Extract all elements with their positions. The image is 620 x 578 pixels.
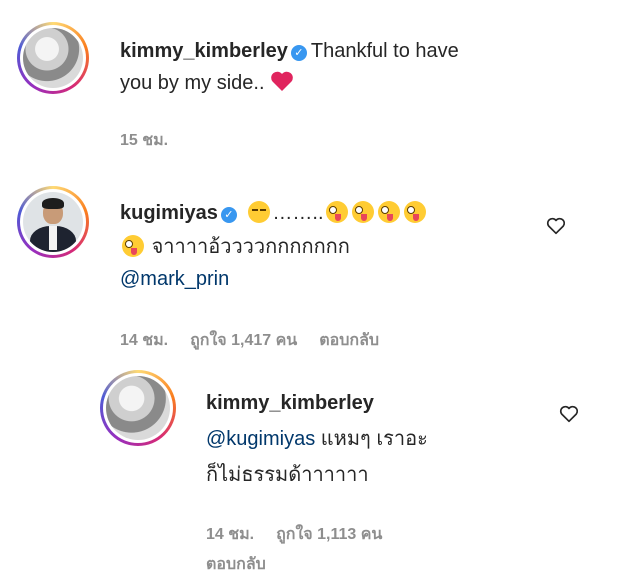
timestamp: 15 ชม. (120, 132, 169, 149)
reply-text-line2: ก็ไม่ธรรมด้าาาาาา (206, 462, 369, 488)
username[interactable]: kimmy_kimberley (206, 392, 374, 414)
likes-count[interactable]: ถูกใจ 1,113 คน (276, 526, 382, 543)
comment-mention-line: @mark_prin (120, 266, 229, 292)
unamused-face-icon (248, 201, 271, 223)
comment-text-line2: you by my side.. (120, 70, 294, 96)
zany-face-icon (325, 201, 348, 223)
reply-text: @kugimiyas แหมๆ เราอะ (206, 426, 428, 452)
username[interactable]: kugimiyas (120, 202, 218, 224)
kimmy-photo (106, 376, 170, 440)
likes-count[interactable]: ถูกใจ 1,417 คน (190, 332, 297, 349)
zany-face-icon (351, 201, 374, 223)
reply-button[interactable]: ตอบกลับ (319, 332, 379, 349)
username[interactable]: kimmy_kimberley (120, 40, 288, 62)
mention-link[interactable]: @mark_prin (120, 268, 229, 290)
comment-meta: 15 ชม. (120, 128, 190, 153)
comment-body: จาาาาอ้ววววกกกกกกก (151, 236, 350, 258)
reply-body: แหมๆ เราอะ (320, 428, 428, 450)
heart-outline-icon[interactable] (545, 215, 567, 237)
reply-button[interactable]: ตอบกลับ (206, 556, 266, 573)
reply-username-line: kimmy_kimberley (206, 390, 374, 416)
mention-link[interactable]: @kugimiyas (206, 428, 315, 450)
dots: …….. (272, 202, 324, 224)
reply-meta-line2: ตอบกลับ (206, 552, 288, 577)
verified-badge-icon: ✓ (290, 45, 307, 61)
kugimiyas-photo (23, 192, 83, 252)
comment-meta: 14 ชม. ถูกใจ 1,417 คน ตอบกลับ (120, 328, 401, 353)
comment-text-line2: จาาาาอ้ววววกกกกกกก (120, 234, 350, 260)
verified-badge-icon: ✓ (220, 207, 237, 223)
comment-body: Thankful to have (310, 40, 459, 62)
zany-face-icon (377, 201, 400, 223)
zany-face-icon (122, 235, 144, 257)
timestamp: 14 ชม. (120, 332, 169, 349)
zany-face-icon (403, 201, 426, 223)
reply-body-2: ก็ไม่ธรรมด้าาาาาา (206, 464, 369, 486)
avatar[interactable] (100, 370, 176, 446)
heart-outline-icon[interactable] (558, 403, 580, 425)
timestamp: 14 ชม. (206, 526, 255, 543)
avatar[interactable] (17, 22, 89, 94)
kimmy-photo (23, 28, 83, 88)
comment-text: kimmy_kimberley ✓ Thankful to have (120, 38, 459, 64)
red-heart-icon (271, 71, 293, 91)
comment-body-2: you by my side.. (120, 72, 265, 94)
avatar[interactable] (17, 186, 89, 258)
reply-meta: 14 ชม. ถูกใจ 1,113 คน (206, 522, 404, 547)
comment-text: kugimiyas ✓ …….. (120, 200, 428, 226)
